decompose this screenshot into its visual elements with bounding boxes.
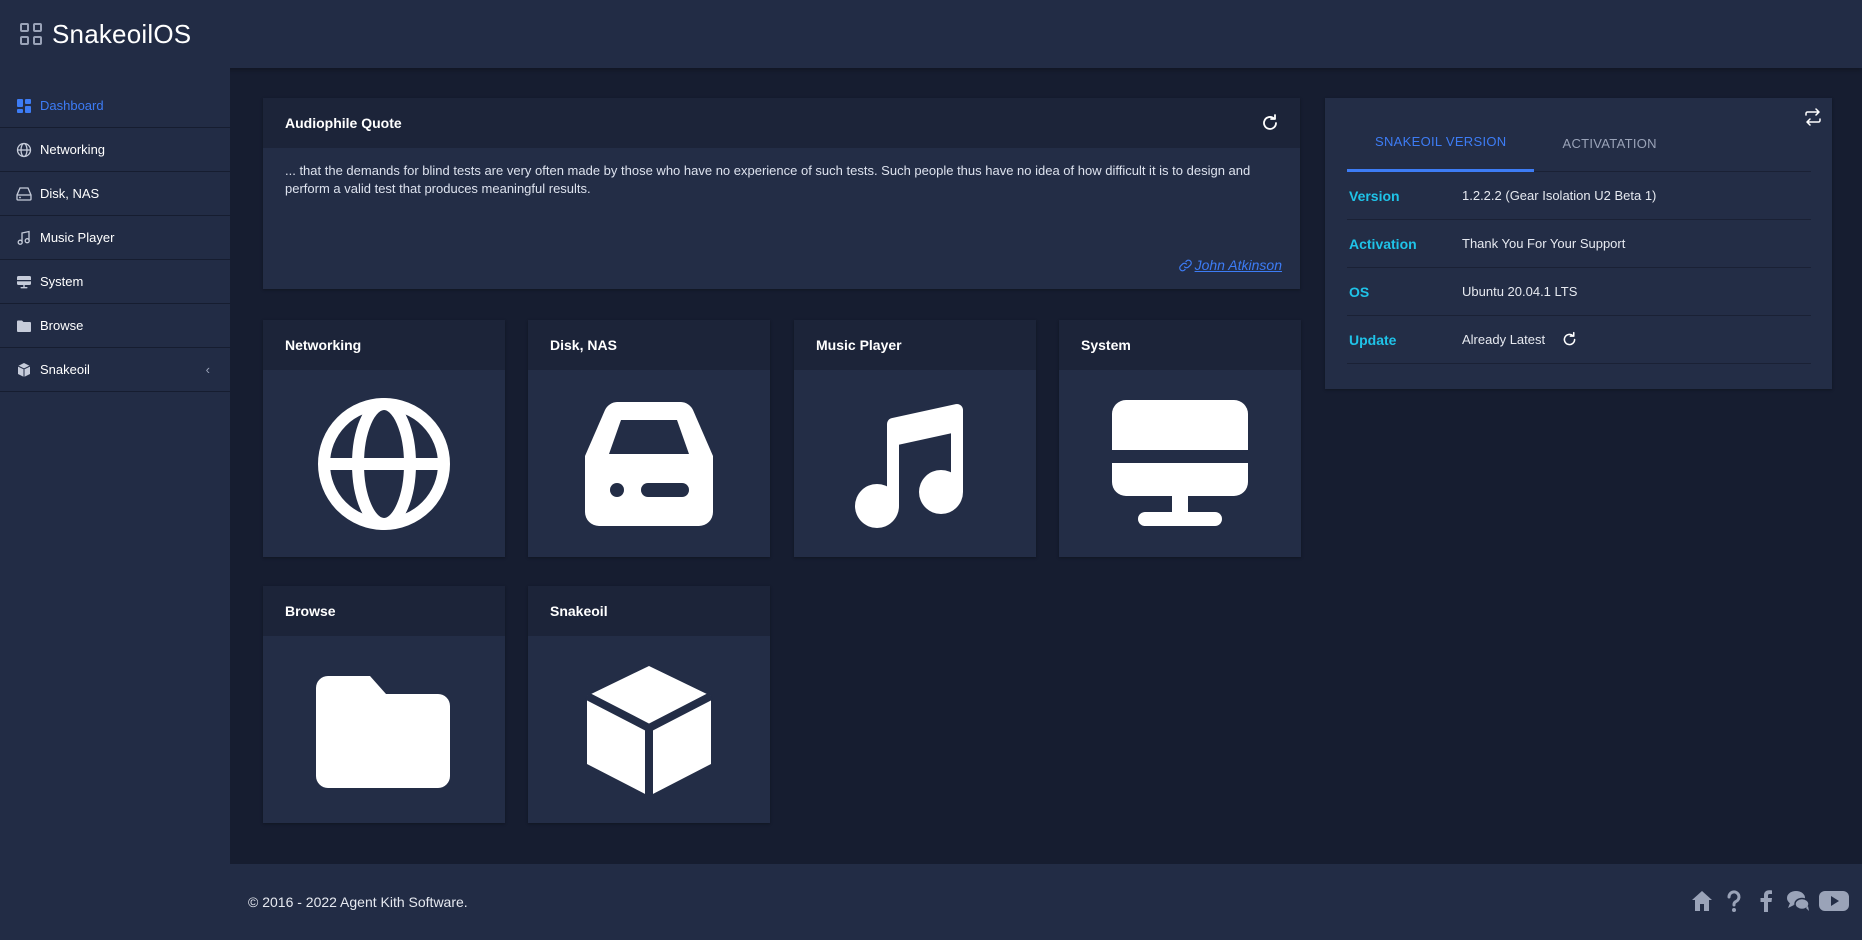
info-value: 1.2.2.2 (Gear Isolation U2 Beta 1) xyxy=(1462,188,1657,203)
sidebar-item-label: Music Player xyxy=(40,230,115,245)
sidebar-item-label: Dashboard xyxy=(40,98,104,113)
grid-icon xyxy=(20,23,42,45)
facebook-icon[interactable] xyxy=(1754,889,1778,913)
tile-title: Networking xyxy=(263,320,505,370)
info-key: Update xyxy=(1349,331,1397,348)
folder-icon xyxy=(316,675,450,788)
home-icon[interactable] xyxy=(1690,889,1714,913)
globe-icon xyxy=(318,397,450,530)
sidebar-item-label: Browse xyxy=(40,318,84,333)
info-value: Ubuntu 20.04.1 LTS xyxy=(1462,284,1578,299)
drive-icon xyxy=(585,401,713,526)
cube-icon xyxy=(17,362,31,377)
info-value-wrap: Already Latest xyxy=(1462,331,1578,348)
refresh-icon[interactable] xyxy=(1561,331,1578,348)
sidebar: Dashboard Networking Disk, NAS Music Pla… xyxy=(0,68,230,940)
dashboard-icon xyxy=(17,98,31,113)
music-note-icon xyxy=(855,403,963,528)
cube-icon xyxy=(585,665,713,796)
tile-title: Snakeoil xyxy=(528,586,770,636)
tab-activation[interactable]: ACTIVATATION xyxy=(1534,114,1684,172)
globe-icon xyxy=(16,142,32,157)
chat-icon[interactable] xyxy=(1786,889,1810,913)
tab-snakeoil-version[interactable]: SNAKEOIL VERSION xyxy=(1347,114,1535,172)
monitor-icon xyxy=(1112,399,1248,526)
sidebar-item-system[interactable]: System xyxy=(0,260,230,304)
tile-title: System xyxy=(1059,320,1301,370)
sidebar-item-label: Snakeoil xyxy=(40,362,90,377)
footer: © 2016 - 2022 Agent Kith Software. xyxy=(230,864,1862,940)
sidebar-item-label: System xyxy=(40,274,84,289)
version-card: SNAKEOIL VERSION ACTIVATATION Version 1.… xyxy=(1325,98,1832,389)
info-key: OS xyxy=(1349,283,1370,300)
info-key: Activation xyxy=(1349,235,1417,252)
sidebar-item-snakeoil[interactable]: Snakeoil ‹ xyxy=(0,348,230,392)
tile-snakeoil[interactable]: Snakeoil xyxy=(528,586,770,823)
folder-icon xyxy=(17,320,31,332)
tile-system[interactable]: System xyxy=(1059,320,1301,557)
drive-icon xyxy=(16,186,32,201)
tile-title: Music Player xyxy=(794,320,1036,370)
sidebar-item-label: Disk, NAS xyxy=(40,186,100,201)
top-bar: SnakeoilOS xyxy=(0,0,1862,68)
sidebar-item-dashboard[interactable]: Dashboard xyxy=(0,84,230,128)
link-icon xyxy=(1178,259,1192,271)
quote-card-header: Audiophile Quote xyxy=(263,98,1300,148)
tile-networking[interactable]: Networking xyxy=(263,320,505,557)
sidebar-item-browse[interactable]: Browse xyxy=(0,304,230,348)
sidebar-item-networking[interactable]: Networking xyxy=(0,128,230,172)
footer-links xyxy=(1690,889,1850,913)
info-value: Thank You For Your Support xyxy=(1462,236,1626,251)
youtube-icon[interactable] xyxy=(1818,889,1850,913)
info-row-activation: Activation Thank You For Your Support xyxy=(1347,220,1811,268)
version-tabs: SNAKEOIL VERSION ACTIVATATION xyxy=(1347,114,1811,172)
tile-music-player[interactable]: Music Player xyxy=(794,320,1036,557)
sidebar-item-music-player[interactable]: Music Player xyxy=(0,216,230,260)
copyright-text: © 2016 - 2022 Agent Kith Software. xyxy=(248,894,468,910)
music-note-icon xyxy=(17,230,30,245)
tile-browse[interactable]: Browse xyxy=(263,586,505,823)
tile-title: Disk, NAS xyxy=(528,320,770,370)
version-info-table: Version 1.2.2.2 (Gear Isolation U2 Beta … xyxy=(1347,172,1811,364)
tile-title: Browse xyxy=(263,586,505,636)
sidebar-item-label: Networking xyxy=(40,142,106,157)
info-row-update: Update Already Latest xyxy=(1347,316,1811,364)
monitor-icon xyxy=(17,275,31,288)
info-row-version: Version 1.2.2.2 (Gear Isolation U2 Beta … xyxy=(1347,172,1811,220)
quote-card: Audiophile Quote ... that the demands fo… xyxy=(263,98,1300,289)
info-row-os: OS Ubuntu 20.04.1 LTS xyxy=(1347,268,1811,316)
sidebar-item-disk-nas[interactable]: Disk, NAS xyxy=(0,172,230,216)
chevron-left-icon[interactable]: ‹ xyxy=(206,362,210,377)
refresh-icon[interactable] xyxy=(1260,113,1280,133)
quote-author-name: John Atkinson xyxy=(1194,257,1282,273)
info-key: Version xyxy=(1349,187,1400,204)
quote-title: Audiophile Quote xyxy=(285,115,402,131)
help-icon[interactable] xyxy=(1722,889,1746,913)
info-value: Already Latest xyxy=(1462,332,1546,347)
quote-author-link[interactable]: John Atkinson xyxy=(1178,257,1282,273)
tile-disk-nas[interactable]: Disk, NAS xyxy=(528,320,770,557)
quote-text: ... that the demands for blind tests are… xyxy=(285,163,1251,196)
app-title: SnakeoilOS xyxy=(52,18,192,49)
